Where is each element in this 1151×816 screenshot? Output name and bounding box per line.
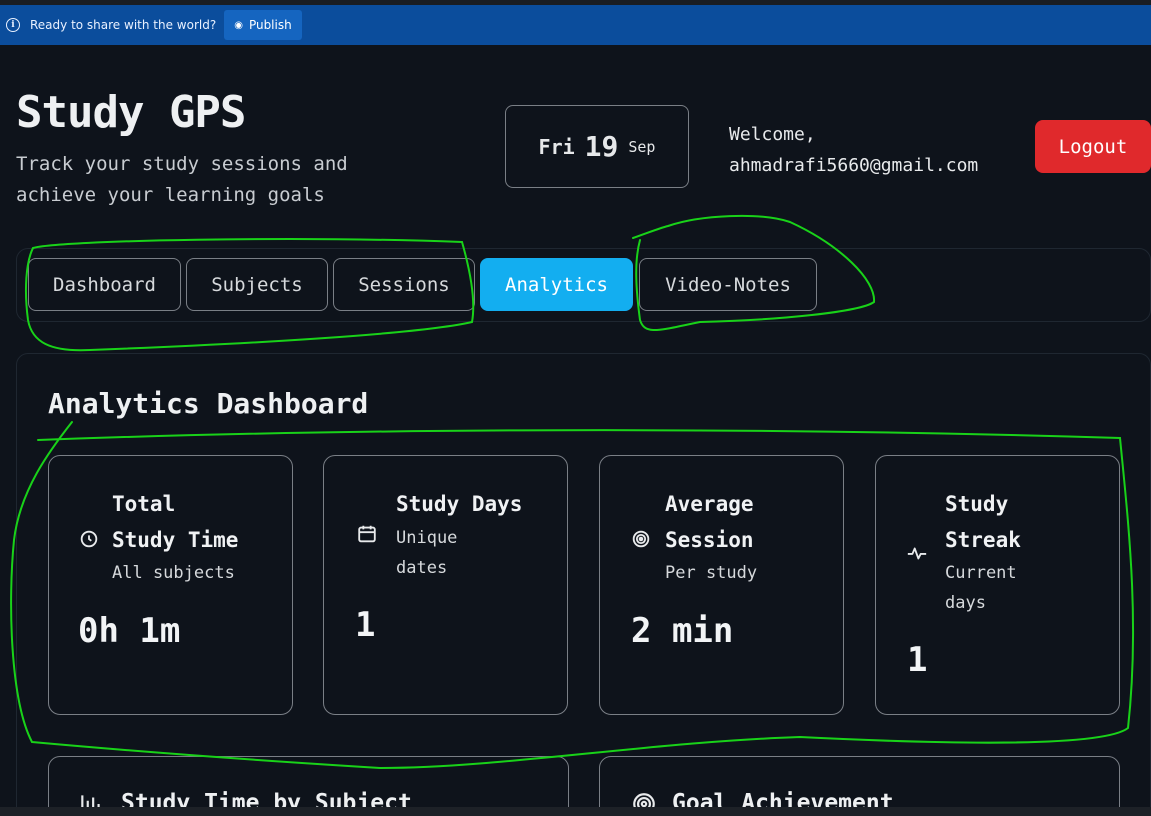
publish-banner: i Ready to share with the world? ◉ Publi…: [0, 5, 1151, 45]
stat-card-title-line2: Streak: [945, 528, 1021, 552]
stat-card-value: 2 min: [631, 611, 734, 651]
stat-card-title-line2: Session: [665, 528, 754, 552]
tab-sessions[interactable]: Sessions: [333, 258, 475, 311]
stat-card-value: 0h 1m: [78, 611, 181, 651]
stat-card-title-line1: Total: [112, 492, 176, 516]
app-main: Study GPS Track your study sessions and …: [0, 45, 1151, 816]
stat-card-description-line1: Unique: [396, 528, 458, 548]
broadcast-icon: ◉: [234, 19, 243, 31]
clock-icon: [80, 530, 98, 548]
app-subtitle-line2: achieve your learning goals: [16, 184, 325, 206]
stat-card-description-line2: days: [945, 593, 986, 613]
stat-card-title: Average Session: [665, 486, 754, 558]
stat-card-description: All subjects: [112, 563, 235, 583]
tab-dashboard[interactable]: Dashboard: [28, 258, 181, 311]
welcome-text: Welcome, ahmadrafi5660@gmail.com: [729, 119, 978, 181]
analytics-title: Analytics Dashboard: [48, 387, 369, 420]
stat-card-description-line1: Current: [945, 563, 1017, 583]
app-title: Study GPS: [16, 87, 246, 138]
bottom-scroll-edge: [0, 807, 1151, 816]
tab-subjects[interactable]: Subjects: [186, 258, 328, 311]
date-display: Fri 19 Sep: [505, 105, 689, 188]
stat-card-description-line2: dates: [396, 558, 448, 578]
info-icon: i: [6, 18, 20, 32]
stat-card-description: Current days: [945, 558, 1017, 618]
calendar-icon: [358, 525, 376, 543]
stat-card-description: Unique dates: [396, 523, 457, 583]
stat-card-title-line1: Average: [665, 492, 754, 516]
tab-video-notes[interactable]: Video-Notes: [639, 258, 817, 311]
stat-card-title-line2: Study Time: [112, 528, 239, 552]
stat-card-title: Study Days: [396, 492, 523, 516]
date-month: Sep: [628, 137, 656, 156]
activity-icon: [907, 547, 927, 560]
publish-button[interactable]: ◉ Publish: [224, 10, 302, 40]
stat-card-title: Study Streak: [945, 486, 1021, 558]
welcome-label: Welcome,: [729, 124, 816, 145]
date-day: Fri: [538, 134, 575, 159]
stat-card-value: 1: [907, 640, 928, 680]
stat-card-title-line1: Study: [945, 492, 1009, 516]
target-icon: [632, 530, 650, 548]
stat-card-description: Per study: [665, 563, 758, 583]
app-subtitle-line1: Track your study sessions and: [16, 153, 348, 175]
stat-card-value: 1: [355, 605, 376, 645]
date-number: 19: [584, 130, 619, 163]
app-subtitle: Track your study sessions and achieve yo…: [16, 149, 416, 211]
tab-analytics[interactable]: Analytics: [480, 258, 633, 311]
stat-card-title: Total Study Time: [112, 486, 238, 558]
user-email: ahmadrafi5660@gmail.com: [729, 155, 979, 176]
publish-button-label: Publish: [248, 18, 292, 32]
publish-message: Ready to share with the world?: [30, 18, 217, 32]
logout-button[interactable]: Logout: [1035, 120, 1151, 173]
